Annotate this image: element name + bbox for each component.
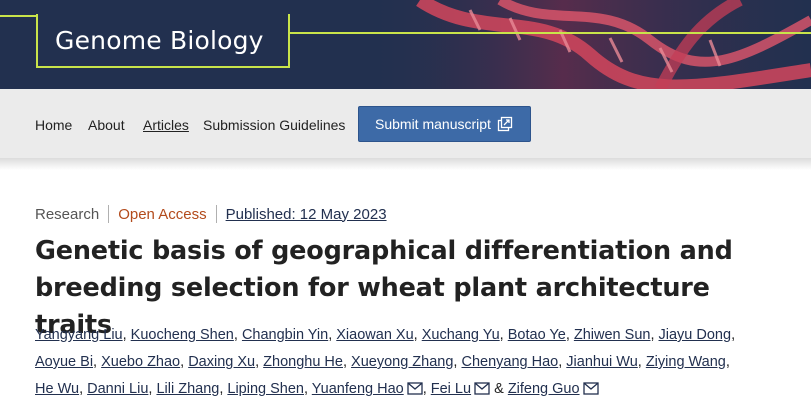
author-link[interactable]: Lili Zhang (156, 381, 219, 397)
published-date-link[interactable]: Published: 12 May 2023 (226, 206, 387, 223)
nav-about[interactable]: About (88, 117, 125, 133)
author-separator: , (650, 327, 659, 343)
author-link[interactable]: Chenyang Hao (461, 354, 558, 370)
author-link[interactable]: Yangyang Liu (35, 327, 123, 343)
author-link[interactable]: Xuebo Zhao (101, 354, 180, 370)
nav-articles[interactable]: Articles (143, 117, 189, 133)
author-separator: , (499, 327, 508, 343)
author-link[interactable]: Changbin Yin (242, 327, 328, 343)
submit-manuscript-label: Submit manuscript (375, 116, 491, 132)
author-separator: , (79, 381, 88, 397)
author-line: Aoyue Bi, Xuebo Zhao, Daxing Xu, Zhonghu… (35, 352, 730, 372)
journal-header: Genome Biology (0, 0, 811, 89)
author-separator: , (93, 354, 102, 370)
brand-rule-left (0, 15, 36, 17)
meta-divider (108, 205, 110, 223)
journal-title-link[interactable]: Genome Biology (55, 26, 264, 55)
author-separator: , (422, 381, 431, 397)
author-link[interactable]: Daxing Xu (188, 354, 255, 370)
open-access-badge: Open Access (118, 205, 207, 223)
author-link[interactable]: Ziying Wang (646, 354, 726, 370)
dna-helix-image (360, 0, 811, 89)
author-separator: , (725, 354, 730, 370)
author-line: He Wu, Danni Liu, Lili Zhang, Liping She… (35, 379, 599, 399)
author-separator: , (731, 327, 736, 343)
author-separator: , (303, 381, 312, 397)
author-link[interactable]: Kuocheng Shen (131, 327, 234, 343)
author-separator: , (233, 327, 242, 343)
brand-rule-right (290, 32, 811, 34)
author-link[interactable]: Botao Ye (508, 327, 566, 343)
author-link[interactable]: Xueyong Zhang (351, 354, 453, 370)
author-separator: , (342, 354, 352, 370)
mail-icon[interactable] (474, 382, 490, 395)
author-separator: , (637, 354, 646, 370)
author-link[interactable]: Xuchang Yu (422, 327, 500, 343)
author-separator: , (180, 354, 189, 370)
submit-manuscript-button[interactable]: Submit manuscript (358, 106, 531, 142)
nav-submission-guidelines[interactable]: Submission Guidelines (203, 117, 345, 133)
author-separator: & (490, 381, 508, 397)
author-separator: , (565, 327, 574, 343)
mail-icon[interactable] (582, 382, 599, 395)
nav-home[interactable]: Home (35, 117, 72, 133)
author-line: Yangyang Liu, Kuocheng Shen, Changbin Yi… (35, 325, 735, 345)
author-link[interactable]: Zifeng Guo (508, 381, 580, 397)
author-link[interactable]: Fei Lu (431, 381, 471, 397)
author-link[interactable]: Aoyue Bi (35, 354, 93, 370)
author-separator: , (122, 327, 131, 343)
article-meta: Research Open Access Published: 12 May 2… (35, 205, 387, 223)
author-link[interactable]: He Wu (35, 381, 79, 397)
author-link[interactable]: Danni Liu (87, 381, 148, 397)
mail-icon[interactable] (407, 382, 423, 395)
author-separator: , (255, 354, 264, 370)
author-link[interactable]: Yuanfeng Hao (312, 381, 404, 397)
meta-divider (215, 205, 217, 223)
author-link[interactable]: Xiaowan Xu (336, 327, 413, 343)
author-link[interactable]: Liping Shen (227, 381, 304, 397)
nav-shadow (0, 158, 811, 170)
author-link[interactable]: Jiayu Dong (659, 327, 732, 343)
author-link[interactable]: Jianhui Wu (566, 354, 637, 370)
author-separator: , (413, 327, 422, 343)
article-type: Research (35, 205, 100, 223)
external-link-icon (497, 116, 513, 132)
author-link[interactable]: Zhonghu He (263, 354, 343, 370)
author-link[interactable]: Zhiwen Sun (574, 327, 651, 343)
